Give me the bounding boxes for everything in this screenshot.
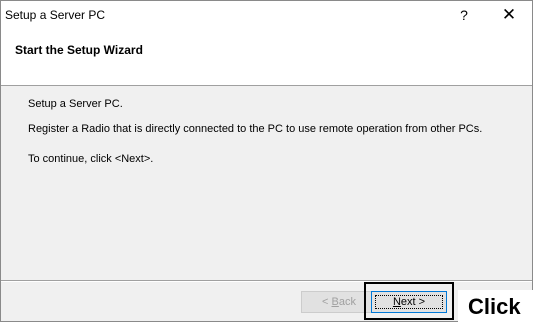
description-text: Register a Radio that is directly connec… — [28, 123, 483, 135]
help-icon[interactable]: ? — [450, 3, 478, 27]
wizard-step-title: Start the Setup Wizard — [15, 43, 143, 57]
window-title: Setup a Server PC — [5, 8, 106, 22]
setup-dialog: Setup a Server PC ? ✕ Start the Setup Wi… — [0, 0, 533, 322]
callout-click-label: Click — [458, 290, 534, 323]
callout-highlight-box — [364, 282, 454, 320]
close-icon[interactable]: ✕ — [494, 3, 524, 27]
intro-text: Setup a Server PC. — [28, 98, 123, 110]
wizard-header: Start the Setup Wizard — [1, 29, 532, 86]
continue-instruction-text: To continue, click <Next>. — [28, 153, 154, 165]
title-bar: Setup a Server PC ? ✕ — [1, 1, 532, 29]
